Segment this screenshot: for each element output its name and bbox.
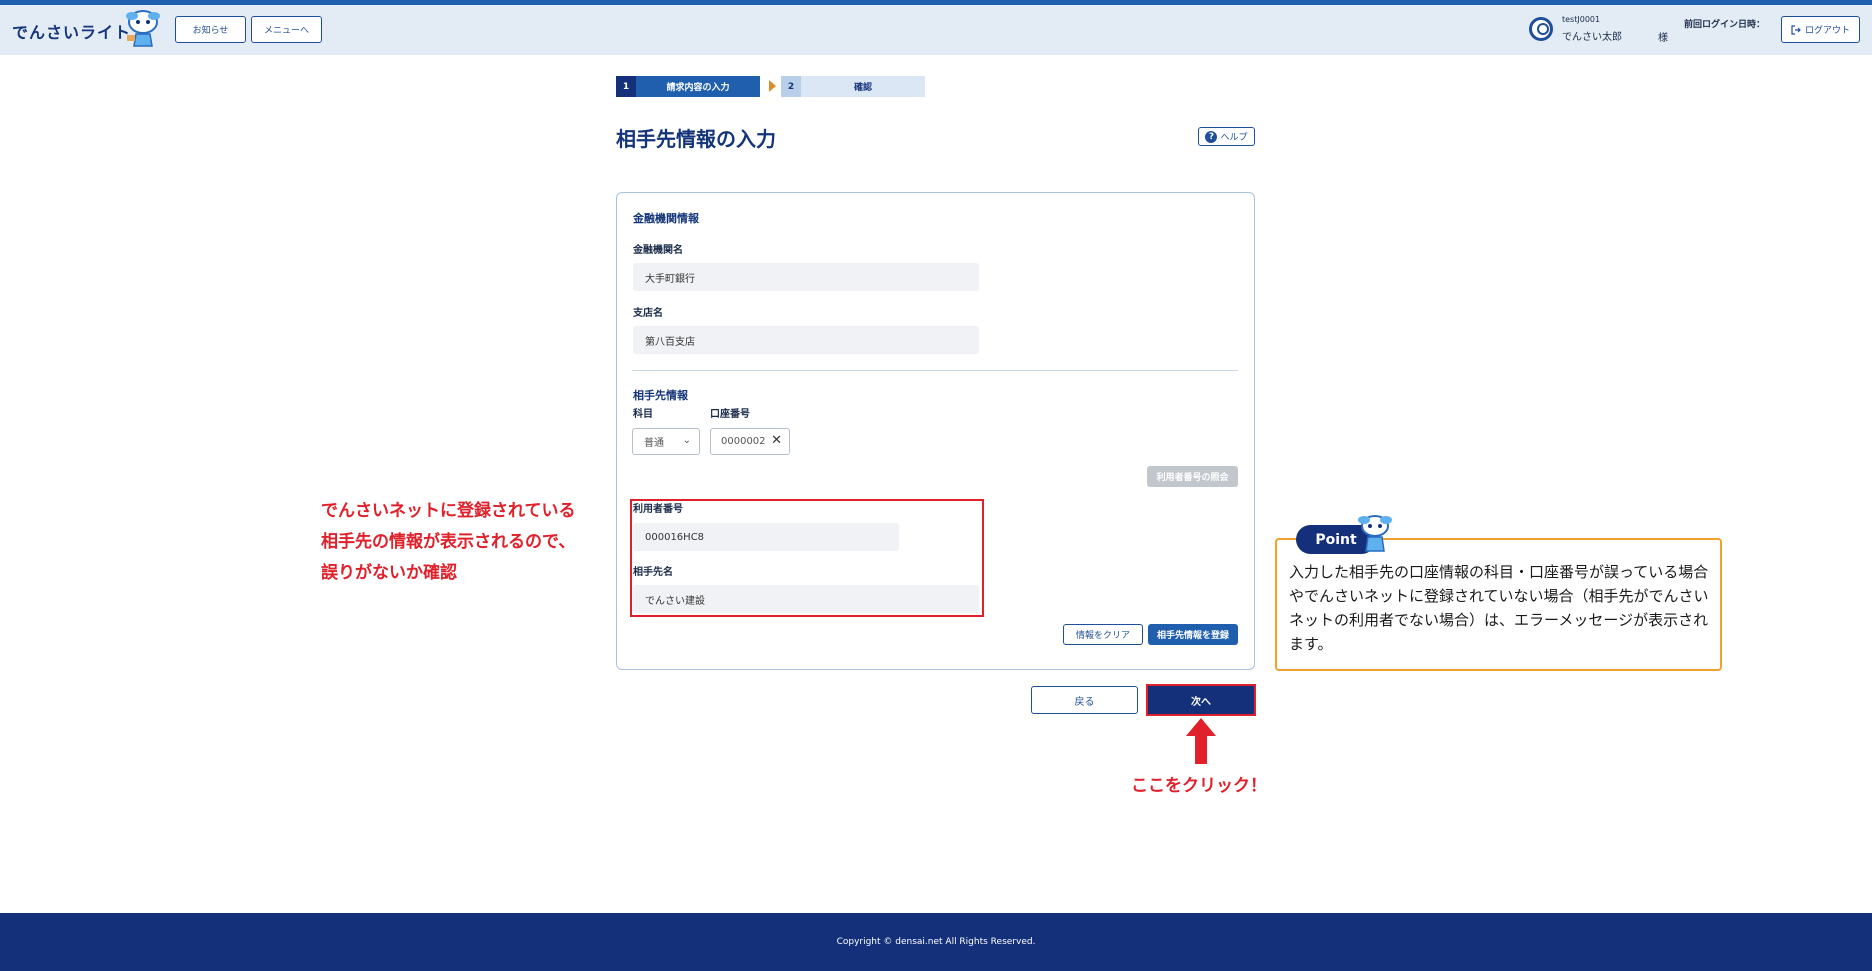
- bank-section-title: 金融機関情報: [633, 212, 699, 225]
- help-button[interactable]: ? ヘルプ: [1198, 127, 1255, 146]
- step-1-number: 1: [616, 76, 636, 97]
- step-1: 1 請求内容の入力: [616, 76, 760, 97]
- step-1-label: 請求内容の入力: [666, 83, 730, 93]
- help-label: ヘルプ: [1220, 133, 1248, 143]
- subject-select[interactable]: 普通 ⌄: [632, 428, 700, 455]
- left-annotation: でんさいネットに登録されている 相手先の情報が表示されるので、 誤りがないか確認: [321, 496, 576, 589]
- branch-name-field: 第八百支店: [633, 326, 979, 354]
- left-note-line: 相手先の情報が表示されるので、: [321, 532, 576, 552]
- help-icon: ?: [1205, 130, 1218, 143]
- logout-label: ログアウト: [1804, 26, 1850, 36]
- back-button[interactable]: 戻る: [1031, 686, 1138, 714]
- partner-name-label: 相手先名: [633, 567, 673, 578]
- user-honorific: 様: [1658, 33, 1668, 44]
- left-note-line: でんさいネットに登録されている: [321, 501, 576, 521]
- logout-icon: [1791, 24, 1801, 35]
- user-number-label: 利用者番号: [633, 504, 683, 515]
- subject-select-value: 普通: [644, 438, 664, 449]
- bank-name-field: 大手町銀行: [633, 263, 979, 291]
- logout-button[interactable]: ログアウト: [1781, 16, 1860, 43]
- next-button[interactable]: 次へ: [1146, 684, 1256, 716]
- register-partner-button[interactable]: 相手先情報を登録: [1148, 624, 1238, 645]
- step-2-label: 確認: [853, 83, 872, 93]
- partner-section-title: 相手先情報: [633, 389, 688, 402]
- section-divider: [632, 370, 1238, 371]
- step-2-number: 2: [781, 76, 801, 97]
- user-name: でんさい太郎: [1562, 32, 1622, 43]
- copyright-text: Copyright © densai.net All Rights Reserv…: [836, 937, 1036, 947]
- notice-button[interactable]: お知らせ: [175, 16, 246, 43]
- mascot-icon: [1358, 515, 1392, 552]
- clear-input-icon[interactable]: ✕: [771, 433, 782, 448]
- subject-label: 科目: [633, 409, 653, 420]
- step-arrow-icon: [769, 80, 776, 92]
- account-number-label: 口座番号: [710, 409, 750, 420]
- branch-name-label: 支店名: [633, 308, 663, 319]
- user-number-field: 000016HC8: [633, 523, 899, 551]
- point-text: 入力した相手先の口座情報の科目・口座番号が誤っている場合やでんさいネットに登録さ…: [1289, 563, 1709, 653]
- partner-name-field: でんさい建設: [633, 585, 979, 613]
- up-arrow-icon: [1186, 718, 1216, 764]
- account-number-value: 0000002: [721, 436, 766, 447]
- clear-info-button[interactable]: 情報をクリア: [1063, 624, 1143, 645]
- step-2: 2 確認: [781, 76, 925, 97]
- app-logo-text[interactable]: でんさいライト: [12, 19, 131, 43]
- click-here-note: ここをクリック！: [1131, 776, 1267, 796]
- menu-button[interactable]: メニューへ: [251, 16, 322, 43]
- chevron-down-icon: ⌄: [682, 435, 691, 446]
- left-note-line: 誤りがないか確認: [321, 563, 457, 583]
- user-id: testJ0001: [1562, 15, 1601, 24]
- user-number-inquiry-button[interactable]: 利用者番号の照会: [1147, 466, 1238, 487]
- mascot-logo-icon: [126, 10, 160, 47]
- account-number-input[interactable]: 0000002 ✕: [710, 428, 790, 455]
- user-avatar-icon: [1529, 17, 1553, 41]
- bank-name-label: 金融機関名: [633, 245, 683, 256]
- page-title: 相手先情報の入力: [616, 127, 776, 151]
- last-login-label: 前回ログイン日時：: [1684, 20, 1766, 30]
